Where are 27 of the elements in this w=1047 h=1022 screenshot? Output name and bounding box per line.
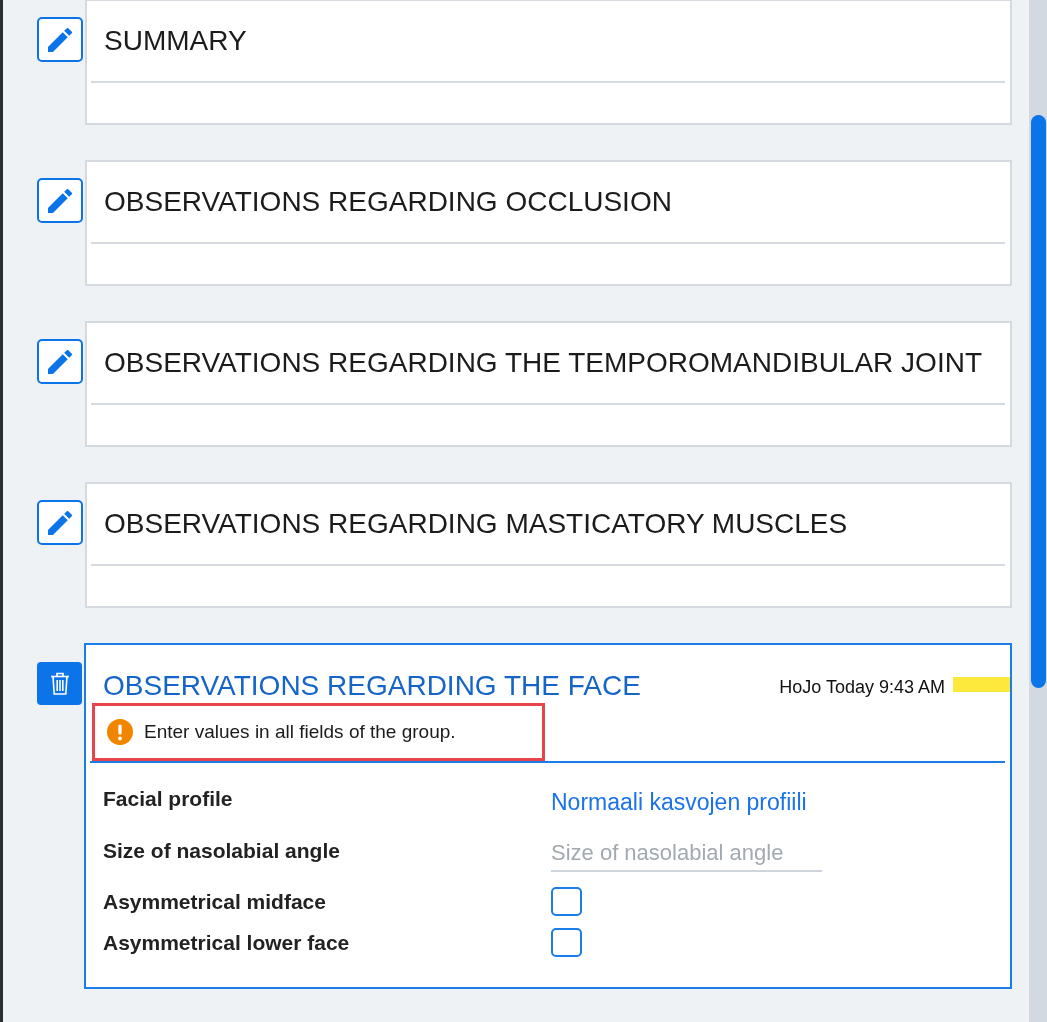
field-label: Asymmetrical midface <box>103 888 326 915</box>
edit-button[interactable] <box>37 17 83 62</box>
pencil-icon <box>48 27 72 52</box>
field-label: Size of nasolabial angle <box>103 838 340 865</box>
section-title[interactable]: OBSERVATIONS REGARDING THE FACE <box>103 669 641 703</box>
pencil-icon <box>48 188 72 213</box>
section-title[interactable]: SUMMARY <box>104 23 247 59</box>
checkbox[interactable] <box>551 887 582 916</box>
section-title[interactable]: OBSERVATIONS REGARDING OCCLUSION <box>104 184 672 220</box>
section-title[interactable]: OBSERVATIONS REGARDING THE TEMPOROMANDIBULAR JOINT <box>104 345 982 381</box>
delete-button[interactable] <box>37 662 82 705</box>
field-value-link[interactable]: Normaali kasvojen profiili <box>551 784 807 820</box>
input-field[interactable]: Size of nasolabial angle <box>551 836 822 872</box>
warning-icon <box>107 719 133 745</box>
checkbox[interactable] <box>551 928 582 957</box>
pencil-icon <box>48 510 72 535</box>
edit-button[interactable] <box>37 339 83 384</box>
field-label: Facial profile <box>103 786 233 813</box>
trash-icon <box>49 671 70 696</box>
section-title[interactable]: OBSERVATIONS REGARDING MASTICATORY MUSCLES <box>104 506 848 542</box>
pencil-icon <box>48 349 72 374</box>
field-label: Asymmetrical lower face <box>103 929 350 956</box>
warning-text: Enter values in all fields of the group. <box>144 719 456 744</box>
edit-button[interactable] <box>37 178 83 223</box>
edit-button[interactable] <box>37 500 83 545</box>
scrollbar-thumb[interactable] <box>1030 115 1046 688</box>
author-time-text: HoJo Today 9:43 AM <box>779 675 945 699</box>
